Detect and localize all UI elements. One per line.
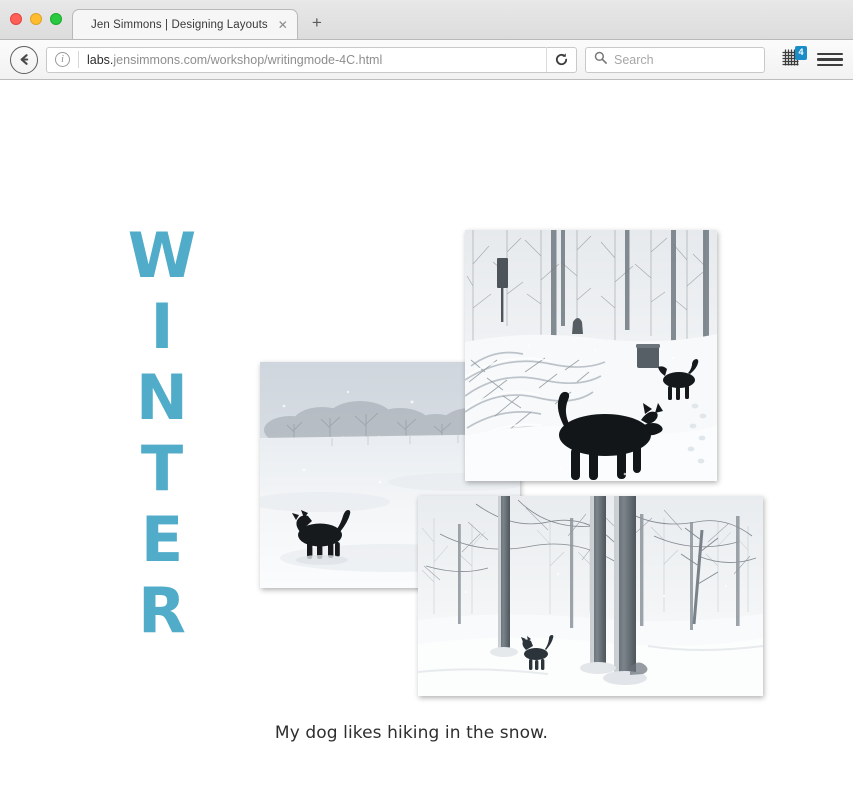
browser-window: Jen Simmons | Designing Layouts ✕ + i la… bbox=[0, 0, 853, 797]
minimize-window-button[interactable] bbox=[30, 13, 42, 25]
window-controls bbox=[10, 13, 62, 25]
heading-letter: I bbox=[150, 290, 174, 363]
url-path: jensimmons.com/workshop/writingmode-4C.h… bbox=[113, 52, 383, 67]
photo-dog-among-snowy-trees bbox=[418, 496, 763, 696]
heading-letter: W bbox=[127, 219, 197, 292]
tab-strip: Jen Simmons | Designing Layouts ✕ + bbox=[72, 7, 332, 39]
heading-letter: E bbox=[140, 503, 184, 576]
grid-inspector-button[interactable]: 4 bbox=[777, 45, 807, 73]
title-bar: Jen Simmons | Designing Layouts ✕ + bbox=[0, 0, 853, 40]
tab-designing-layouts[interactable]: Jen Simmons | Designing Layouts ✕ bbox=[72, 9, 298, 39]
search-icon bbox=[594, 51, 607, 69]
heading-letter: N bbox=[136, 361, 188, 434]
close-window-button[interactable] bbox=[10, 13, 22, 25]
navigation-toolbar: i labs.jensimmons.com/workshop/writingmo… bbox=[0, 40, 853, 80]
photo-two-dogs-in-snowy-woods bbox=[465, 230, 717, 481]
search-placeholder: Search bbox=[614, 52, 654, 67]
search-input[interactable]: Search bbox=[585, 46, 765, 73]
close-tab-icon[interactable]: ✕ bbox=[278, 19, 288, 31]
url-divider bbox=[78, 51, 79, 68]
new-tab-button[interactable]: + bbox=[302, 8, 332, 38]
site-info-icon[interactable]: i bbox=[55, 52, 70, 67]
menu-line bbox=[817, 58, 843, 61]
menu-line bbox=[817, 52, 843, 56]
reload-button[interactable] bbox=[546, 47, 576, 72]
grid-badge-count: 4 bbox=[795, 45, 807, 60]
page-content: W I N T E R My dog likes hiking in the s… bbox=[0, 80, 853, 795]
page-caption: My dog likes hiking in the snow. bbox=[274, 723, 549, 743]
heading-letter: R bbox=[138, 574, 186, 647]
menu-line bbox=[817, 63, 843, 67]
maximize-window-button[interactable] bbox=[50, 13, 62, 25]
heading-letter: T bbox=[140, 432, 184, 505]
page-title: W I N T E R bbox=[122, 220, 202, 646]
url-bar[interactable]: i labs.jensimmons.com/workshop/writingmo… bbox=[46, 46, 577, 73]
url-text: labs.jensimmons.com/workshop/writingmode… bbox=[87, 53, 546, 67]
back-button[interactable] bbox=[10, 45, 38, 74]
tab-title: Jen Simmons | Designing Layouts bbox=[91, 18, 268, 31]
url-host: labs. bbox=[87, 52, 114, 67]
hamburger-menu-button[interactable] bbox=[817, 47, 843, 73]
